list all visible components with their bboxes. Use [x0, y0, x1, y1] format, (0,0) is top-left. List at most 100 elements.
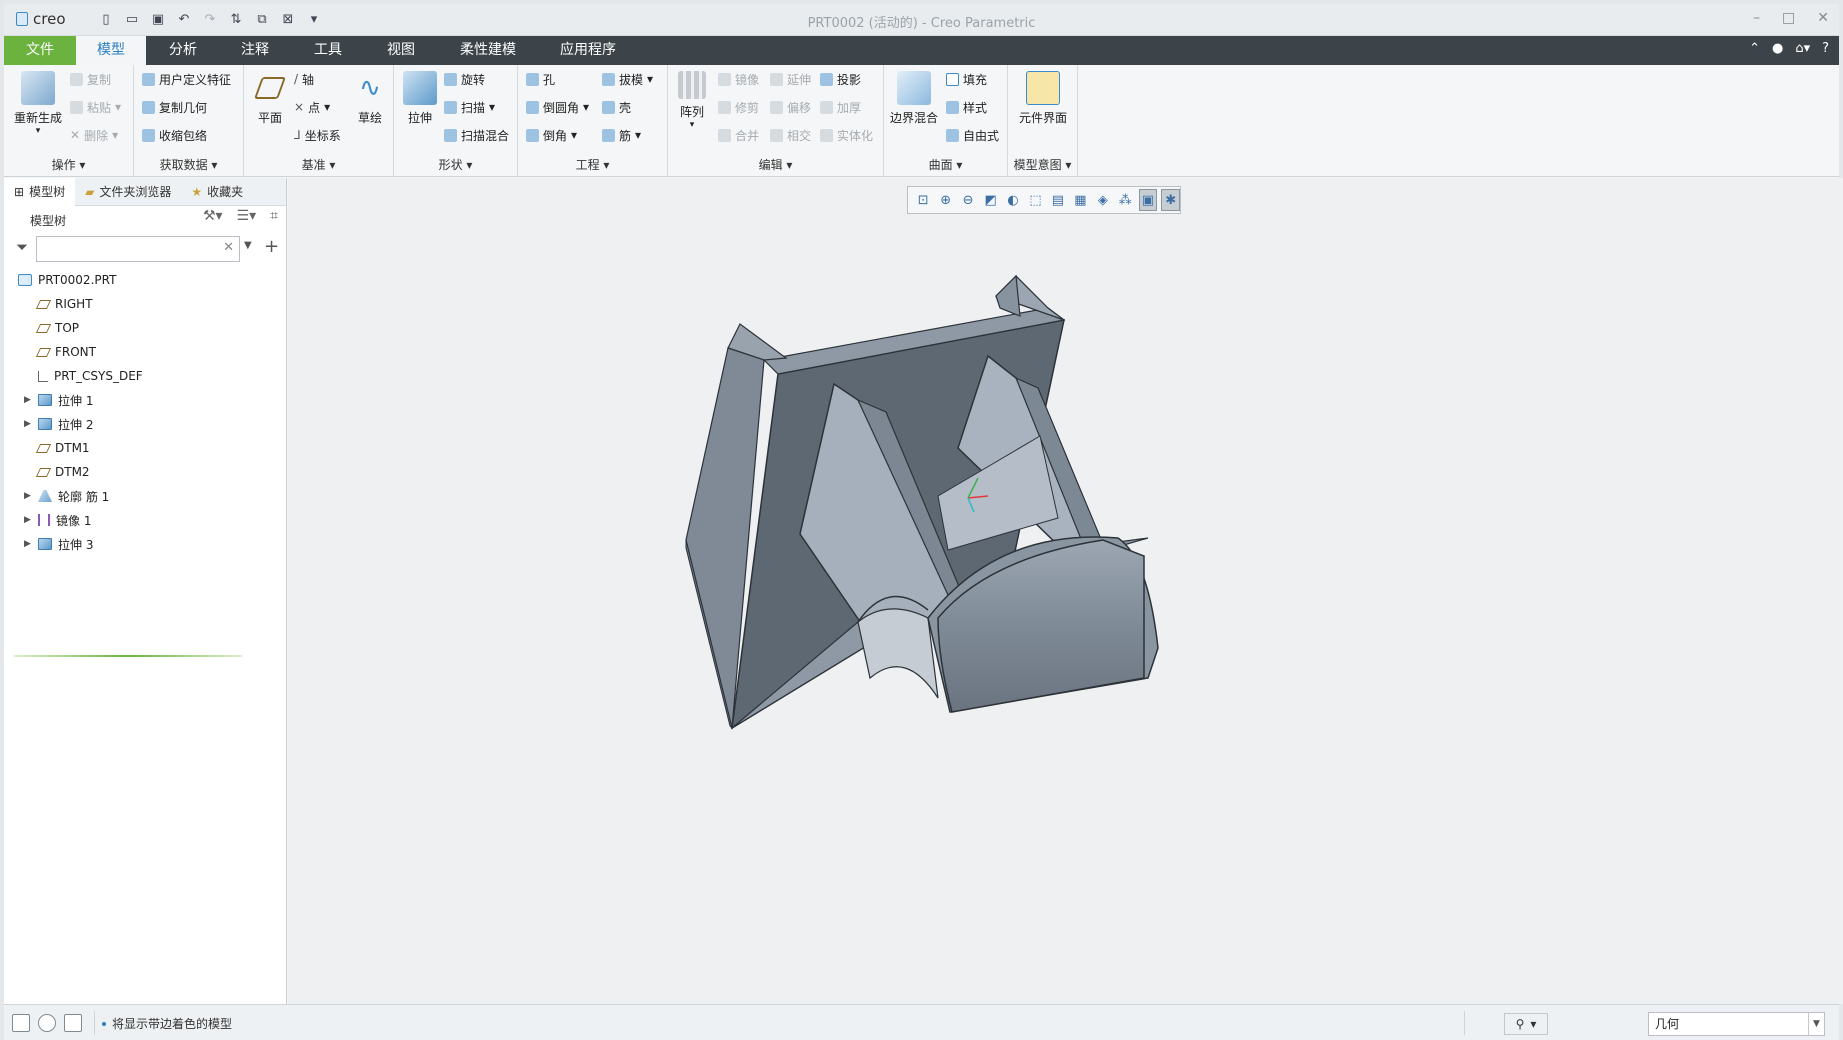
offset-button[interactable]: 偏移	[770, 97, 811, 117]
tree-node[interactable]: TOP	[35, 318, 79, 338]
tree-node[interactable]: PRT_CSYS_DEF	[38, 366, 143, 386]
tree-display-icon[interactable]: ☰▾	[237, 208, 257, 224]
search-dropdown-icon[interactable]: ▼	[244, 240, 252, 251]
component-interface-button[interactable]: 元件界面	[1012, 71, 1074, 126]
tree-node[interactable]: ▶ 轮廓 筋 1	[24, 486, 109, 506]
minimize-icon[interactable]: –	[1753, 10, 1760, 26]
chamfer-button[interactable]: 倒角 ▾	[526, 125, 577, 145]
close-icon[interactable]: ✕	[1817, 10, 1829, 26]
expand-arrow-icon[interactable]: ▶	[24, 395, 31, 405]
filter-icon[interactable]: ⏷	[16, 238, 28, 256]
tab-file[interactable]: 文件	[4, 36, 76, 65]
graphics-window[interactable]: ⊡ ⊕ ⊖ ◩ ◐ ⬚ ▤ ▦ ◈ ⁂ ▣ ✱	[288, 178, 1843, 1004]
group-label-engineering[interactable]: 工程 ▾	[518, 156, 667, 173]
expand-arrow-icon[interactable]: ▶	[24, 419, 31, 429]
project-button[interactable]: 投影	[820, 69, 861, 89]
extend-button[interactable]: 延伸	[770, 69, 811, 89]
tree-search-input[interactable]: ✕	[36, 236, 240, 262]
group-operations: 重新生成 ▾ 复制 粘贴 ▾ ✕ 删除 ▾ 操作 ▾	[4, 65, 134, 177]
csys-button[interactable]: ⅃ 坐标系	[294, 125, 341, 145]
group-label-datum[interactable]: 基准 ▾	[244, 156, 393, 173]
intersect-button[interactable]: 相交	[770, 125, 811, 145]
datum-label: 基准	[301, 158, 326, 172]
community-icon[interactable]: ⌂▾	[1795, 41, 1810, 56]
expand-arrow-icon[interactable]: ▶	[24, 539, 31, 549]
round-button[interactable]: 倒圆角 ▾	[526, 97, 589, 117]
hole-button[interactable]: 孔	[526, 69, 555, 89]
extrude-button[interactable]: 拉伸	[398, 71, 442, 126]
sketch-button[interactable]: ∿ 草绘	[350, 71, 390, 126]
find-button[interactable]: ⚲ ▾	[1504, 1013, 1548, 1035]
sweep-button[interactable]: 扫描 ▾	[444, 97, 495, 117]
tree-node[interactable]: ▶ 拉伸 2	[24, 414, 93, 434]
merge-button[interactable]: 合并	[718, 125, 759, 145]
delete-label: 删除	[84, 128, 109, 143]
draft-button[interactable]: 拔模 ▾	[602, 69, 653, 89]
tree-node[interactable]: FRONT	[35, 342, 96, 362]
tab-model[interactable]: 模型	[76, 36, 146, 65]
group-label-surfaces[interactable]: 曲面 ▾	[884, 156, 1007, 173]
user-icon[interactable]: ●	[1772, 41, 1783, 56]
shrinkwrap-button[interactable]: 收缩包络	[142, 125, 207, 145]
udf-button[interactable]: 用户定义特征	[142, 69, 231, 89]
tree-node[interactable]: DTM2	[35, 462, 90, 482]
tree-node[interactable]: ▶ 拉伸 1	[24, 390, 93, 410]
delete-button[interactable]: ✕ 删除 ▾	[70, 125, 118, 145]
mirror-button[interactable]: 镜像	[718, 69, 759, 89]
tree-node[interactable]: DTM1	[35, 438, 90, 458]
browser-toggle-icon[interactable]	[38, 1014, 56, 1032]
tab-tools[interactable]: 工具	[297, 36, 359, 65]
status-bar: 将显示带边着色的模型 ⚲ ▾ 几何 ▼	[4, 1004, 1839, 1040]
tree-node[interactable]: RIGHT	[35, 294, 93, 314]
tree-settings-icon[interactable]: ⚒▾	[203, 208, 223, 224]
group-label-operations[interactable]: 操作 ▾	[4, 156, 133, 173]
pattern-button[interactable]: 阵列 ▾	[672, 71, 712, 130]
copy-button[interactable]: 复制	[70, 69, 111, 89]
tab-analysis[interactable]: 分析	[152, 36, 214, 65]
maximize-icon[interactable]: □	[1782, 10, 1795, 26]
plane-button[interactable]: 平面	[248, 71, 292, 126]
tab-favorites[interactable]: ★ 收藏夹	[181, 178, 253, 206]
copy-geometry-button[interactable]: 复制几何	[142, 97, 207, 117]
shell-button[interactable]: 壳	[602, 97, 631, 117]
tab-annotate[interactable]: 注释	[224, 36, 286, 65]
expand-arrow-icon[interactable]: ▶	[24, 491, 31, 501]
boundary-blend-button[interactable]: 边界混合	[888, 71, 940, 126]
group-label-model-intent[interactable]: 模型意图 ▾	[1008, 156, 1077, 173]
tree-node[interactable]: ▶ 镜像 1	[24, 510, 91, 530]
tree-filter-toggle-icon[interactable]: ⌗	[270, 208, 278, 224]
expand-arrow-icon[interactable]: ▶	[24, 515, 31, 525]
group-label-editing[interactable]: 编辑 ▾	[668, 156, 883, 173]
clear-search-icon[interactable]: ✕	[223, 240, 234, 255]
add-icon[interactable]: +	[264, 236, 279, 257]
tree-node[interactable]: ▶ 拉伸 3	[24, 534, 93, 554]
navigator-toggle-icon[interactable]	[12, 1014, 30, 1032]
thicken-button[interactable]: 加厚	[820, 97, 861, 117]
tab-view[interactable]: 视图	[370, 36, 432, 65]
revolve-button[interactable]: 旋转	[444, 69, 485, 89]
tab-folder-browser[interactable]: ▰ 文件夹浏览器	[75, 178, 181, 206]
style-button[interactable]: 样式	[946, 97, 987, 117]
axis-button[interactable]: / 轴	[294, 69, 314, 89]
paste-button[interactable]: 粘贴 ▾	[70, 97, 121, 117]
group-label-get-data[interactable]: 获取数据 ▾	[134, 156, 243, 173]
extrude-icon	[38, 394, 52, 406]
fullscreen-icon[interactable]	[64, 1014, 82, 1032]
tab-flexible-modeling[interactable]: 柔性建模	[452, 36, 524, 65]
regenerate-button[interactable]: 重新生成 ▾	[10, 71, 66, 136]
group-label-shapes[interactable]: 形状 ▾	[394, 156, 517, 173]
tab-model-tree[interactable]: ⊞ 模型树	[4, 178, 76, 206]
rib-button[interactable]: 筋 ▾	[602, 125, 641, 145]
tab-applications[interactable]: 应用程序	[550, 36, 626, 65]
part-model[interactable]	[288, 178, 1843, 1004]
trim-button[interactable]: 修剪	[718, 97, 759, 117]
help-icon[interactable]: ?	[1822, 41, 1829, 56]
selection-filter-select[interactable]: 几何 ▼	[1648, 1012, 1825, 1036]
point-button[interactable]: × 点 ▾	[294, 97, 330, 117]
minimize-ribbon-icon[interactable]: ⌃	[1749, 41, 1760, 56]
fill-button[interactable]: 填充	[946, 69, 987, 89]
solidify-button[interactable]: 实体化	[820, 125, 873, 145]
tree-node[interactable]: PRT0002.PRT	[18, 270, 116, 290]
freestyle-button[interactable]: 自由式	[946, 125, 999, 145]
swept-blend-button[interactable]: 扫描混合	[444, 125, 509, 145]
